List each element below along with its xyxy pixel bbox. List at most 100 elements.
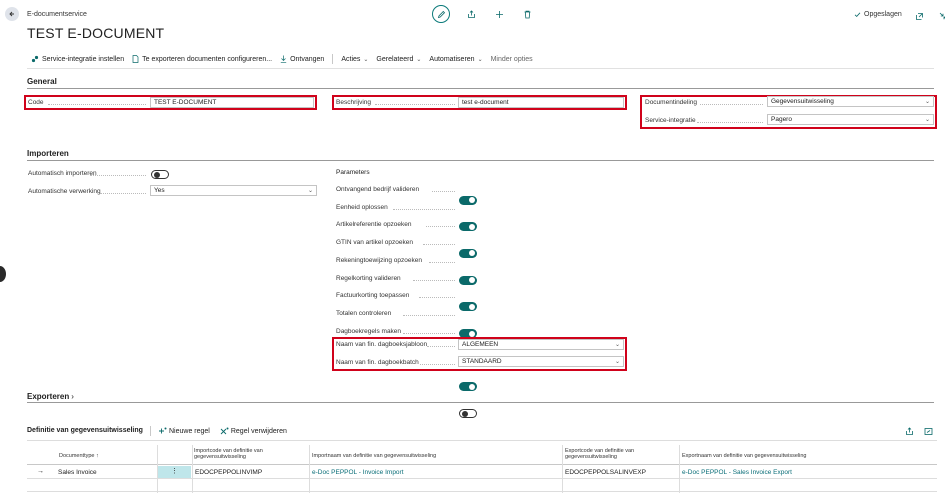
auto-verwerking-select[interactable]: Yes ⌄: [150, 185, 317, 196]
open-new-window-button[interactable]: [912, 9, 926, 23]
journal-template-value: ALGEMEEN: [462, 341, 499, 348]
delete-line-button[interactable]: Regel verwijderen: [220, 427, 287, 435]
gerelateerd-menu[interactable]: Gerelateerd ⌄: [376, 56, 421, 63]
parameter-label: Rekeningtoewijzing opzoeken: [336, 256, 423, 264]
open-in-new-window-icon: [915, 12, 923, 20]
auto-import-toggle[interactable]: [151, 170, 169, 179]
side-panel-toggle[interactable]: [0, 266, 6, 282]
parameter-toggle[interactable]: [459, 248, 477, 258]
subpage-title: Definitie van gegevensuitwisseling: [27, 427, 143, 434]
share-button[interactable]: [464, 7, 478, 21]
dotted-leader: [419, 297, 455, 299]
beschrijving-field[interactable]: test e-document: [458, 97, 624, 108]
cell-export-name[interactable]: e-Doc PEPPOL - Sales Invoice Export: [682, 469, 792, 476]
share-icon[interactable]: [905, 427, 914, 436]
chevron-down-icon: ⌄: [477, 56, 483, 63]
column-divider: [192, 445, 193, 493]
col-header-export-name[interactable]: Exportnaam van definitie van gegevensuit…: [682, 453, 806, 459]
dotted-leader: [392, 208, 455, 210]
grid-header: Documenttype ↑ Importcode van definitie …: [27, 445, 937, 465]
receive-label: Ontvangen: [290, 55, 325, 63]
chevron-down-icon: ⌄: [614, 342, 620, 348]
parameter-label: Dagboekregels maken: [336, 327, 402, 335]
parameter-label: GTIN van artikel opzoeken: [336, 239, 413, 247]
fewer-options-button[interactable]: Minder opties: [491, 56, 533, 63]
new-line-label: Nieuwe regel: [169, 427, 210, 435]
journal-batch-select[interactable]: STANDAARD ⌄: [458, 356, 624, 367]
plus-icon: [495, 10, 503, 18]
expand-icon[interactable]: [924, 427, 933, 436]
dotted-leader: [412, 279, 455, 281]
new-button[interactable]: [492, 7, 506, 21]
beschrijving-label: Beschrijving: [336, 99, 372, 106]
dotted-leader: [402, 332, 455, 334]
acties-label: Acties: [341, 55, 361, 63]
col-header-doctype[interactable]: Documenttype ↑: [59, 453, 99, 459]
download-icon: [280, 55, 287, 63]
arrow-left-icon: [9, 11, 14, 17]
auto-verwerking-label: Automatische verwerking: [28, 188, 101, 195]
new-line-icon: [159, 427, 167, 434]
receive-action[interactable]: Ontvangen: [280, 55, 324, 63]
chevron-down-icon: ⌄: [363, 56, 369, 63]
collapse-button[interactable]: [936, 9, 945, 23]
new-line-button[interactable]: Nieuwe regel: [158, 427, 210, 435]
documentindeling-select[interactable]: Gegevensuitwisseling ⌄: [767, 96, 934, 107]
exporteren-title: Exporteren: [27, 392, 70, 401]
dotted-leader: [429, 261, 455, 263]
export-docs-action[interactable]: Te exporteren documenten configureren...: [132, 55, 272, 63]
parameter-label: Eenheid oplossen: [336, 203, 388, 211]
divider: [150, 426, 151, 436]
service-integratie-select[interactable]: Pagero ⌄: [767, 114, 934, 125]
col-header-import-code[interactable]: Importcode van definitie van gegevensuit…: [194, 448, 294, 460]
code-field[interactable]: TEST E-DOCUMENT: [150, 97, 314, 108]
documentindeling-label: Documentindeling: [645, 99, 698, 106]
automatiseren-menu[interactable]: Automatiseren ⌄: [429, 56, 482, 63]
trash-icon: [524, 10, 530, 18]
subpage-divider: [27, 440, 937, 441]
dotted-leader: [422, 244, 455, 246]
cell-doctype[interactable]: Sales Invoice: [58, 469, 97, 476]
service-integratie-label: Service-integratie: [645, 117, 696, 124]
parameter-toggle[interactable]: [459, 382, 477, 392]
pencil-icon: [437, 10, 445, 18]
column-divider: [562, 445, 563, 493]
cell-import-name[interactable]: e-Doc PEPPOL - Invoice Import: [312, 469, 404, 476]
dotted-leader: [402, 314, 455, 316]
importeren-section-title[interactable]: Importeren: [27, 149, 69, 158]
empty-row[interactable]: [27, 480, 937, 492]
col-header-export-code[interactable]: Exportcode van definitie van gegevensuit…: [565, 448, 665, 460]
dotted-leader: [48, 104, 146, 105]
general-section-title[interactable]: General: [27, 77, 57, 86]
exporteren-section[interactable]: Exporteren ›: [27, 392, 74, 401]
page-title: TEST E-DOCUMENT: [27, 25, 165, 41]
dotted-leader: [100, 193, 146, 194]
collapse-icon: [939, 12, 945, 19]
dotted-leader: [90, 175, 146, 176]
parameter-toggle[interactable]: [459, 302, 477, 312]
acties-menu[interactable]: Acties ⌄: [341, 56, 368, 63]
service-setup-action[interactable]: Service-integratie instellen: [31, 55, 124, 63]
column-divider: [157, 445, 158, 493]
journal-template-label: Naam van fin. dagboeksjabloon: [336, 341, 428, 348]
parameters-title: Parameters: [336, 169, 370, 176]
edit-button[interactable]: [432, 5, 450, 23]
table-row[interactable]: → Sales Invoice ⋮ EDOCPEPPOLINVIMP e-Doc…: [27, 466, 937, 479]
back-button[interactable]: [5, 7, 19, 21]
parameter-toggle[interactable]: [459, 195, 477, 205]
parameter-toggle[interactable]: [459, 275, 477, 285]
parameter-toggle[interactable]: [459, 409, 477, 419]
automatiseren-label: Automatiseren: [429, 55, 475, 63]
cell-export-code[interactable]: EDOCPEPPOLSALINVEXP: [565, 469, 646, 476]
chevron-right-icon: ›: [71, 392, 74, 401]
document-icon: [132, 55, 139, 63]
row-arrow-icon: →: [37, 468, 44, 475]
parameter-toggle[interactable]: [459, 222, 477, 232]
column-divider: [309, 445, 310, 493]
col-header-import-name[interactable]: Importnaam van definitie van gegevensuit…: [312, 453, 436, 459]
chevron-down-icon: ⌄: [307, 188, 313, 194]
cell-import-code[interactable]: EDOCPEPPOLINVIMP: [195, 469, 262, 476]
row-menu-button[interactable]: ⋮: [158, 466, 191, 478]
delete-button[interactable]: [520, 7, 534, 21]
journal-template-select[interactable]: ALGEMEEN ⌄: [458, 339, 624, 350]
